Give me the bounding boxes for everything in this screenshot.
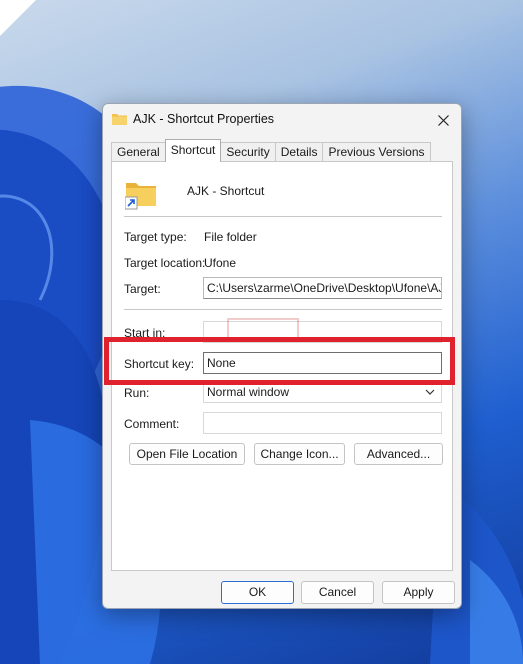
advanced-button[interactable]: Advanced... xyxy=(354,443,443,465)
target-location-value: Ufone xyxy=(204,256,237,270)
shortcut-folder-icon xyxy=(125,183,156,210)
chevron-down-icon xyxy=(425,389,435,395)
dialog-title: AJK - Shortcut Properties xyxy=(133,112,275,126)
close-button[interactable] xyxy=(431,108,455,132)
target-type-label: Target type: xyxy=(124,230,187,244)
comment-field[interactable] xyxy=(203,412,442,434)
tab-general[interactable]: General xyxy=(111,142,166,162)
close-icon xyxy=(437,114,449,126)
tab-details[interactable]: Details xyxy=(274,142,324,162)
title-bar[interactable]: AJK - Shortcut Properties xyxy=(103,104,461,136)
shortcut-name: AJK - Shortcut xyxy=(187,184,265,198)
target-type-value: File folder xyxy=(204,230,257,244)
tab-strip: General Shortcut Security Details Previo… xyxy=(111,139,431,162)
run-label: Run: xyxy=(124,386,150,400)
target-field[interactable]: C:\Users\zarme\OneDrive\Desktop\Ufone\AJ… xyxy=(203,277,442,299)
divider xyxy=(124,216,442,217)
change-icon-button[interactable]: Change Icon... xyxy=(254,443,345,465)
comment-label: Comment: xyxy=(124,417,180,431)
apply-button[interactable]: Apply xyxy=(382,581,455,604)
target-label: Target: xyxy=(124,282,161,296)
tab-previous-versions[interactable]: Previous Versions xyxy=(322,142,431,162)
open-file-location-button[interactable]: Open File Location xyxy=(129,443,245,465)
cancel-button[interactable]: Cancel xyxy=(301,581,374,604)
wallpaper-corner xyxy=(0,0,36,36)
tab-shortcut[interactable]: Shortcut xyxy=(164,139,222,162)
folder-icon xyxy=(112,114,127,125)
run-select-value: Normal window xyxy=(207,385,290,399)
ok-button[interactable]: OK xyxy=(221,581,294,604)
tab-security[interactable]: Security xyxy=(220,142,276,162)
shortcut-key-highlight-box xyxy=(104,337,455,385)
divider xyxy=(124,309,442,310)
target-location-label: Target location: xyxy=(124,256,206,270)
